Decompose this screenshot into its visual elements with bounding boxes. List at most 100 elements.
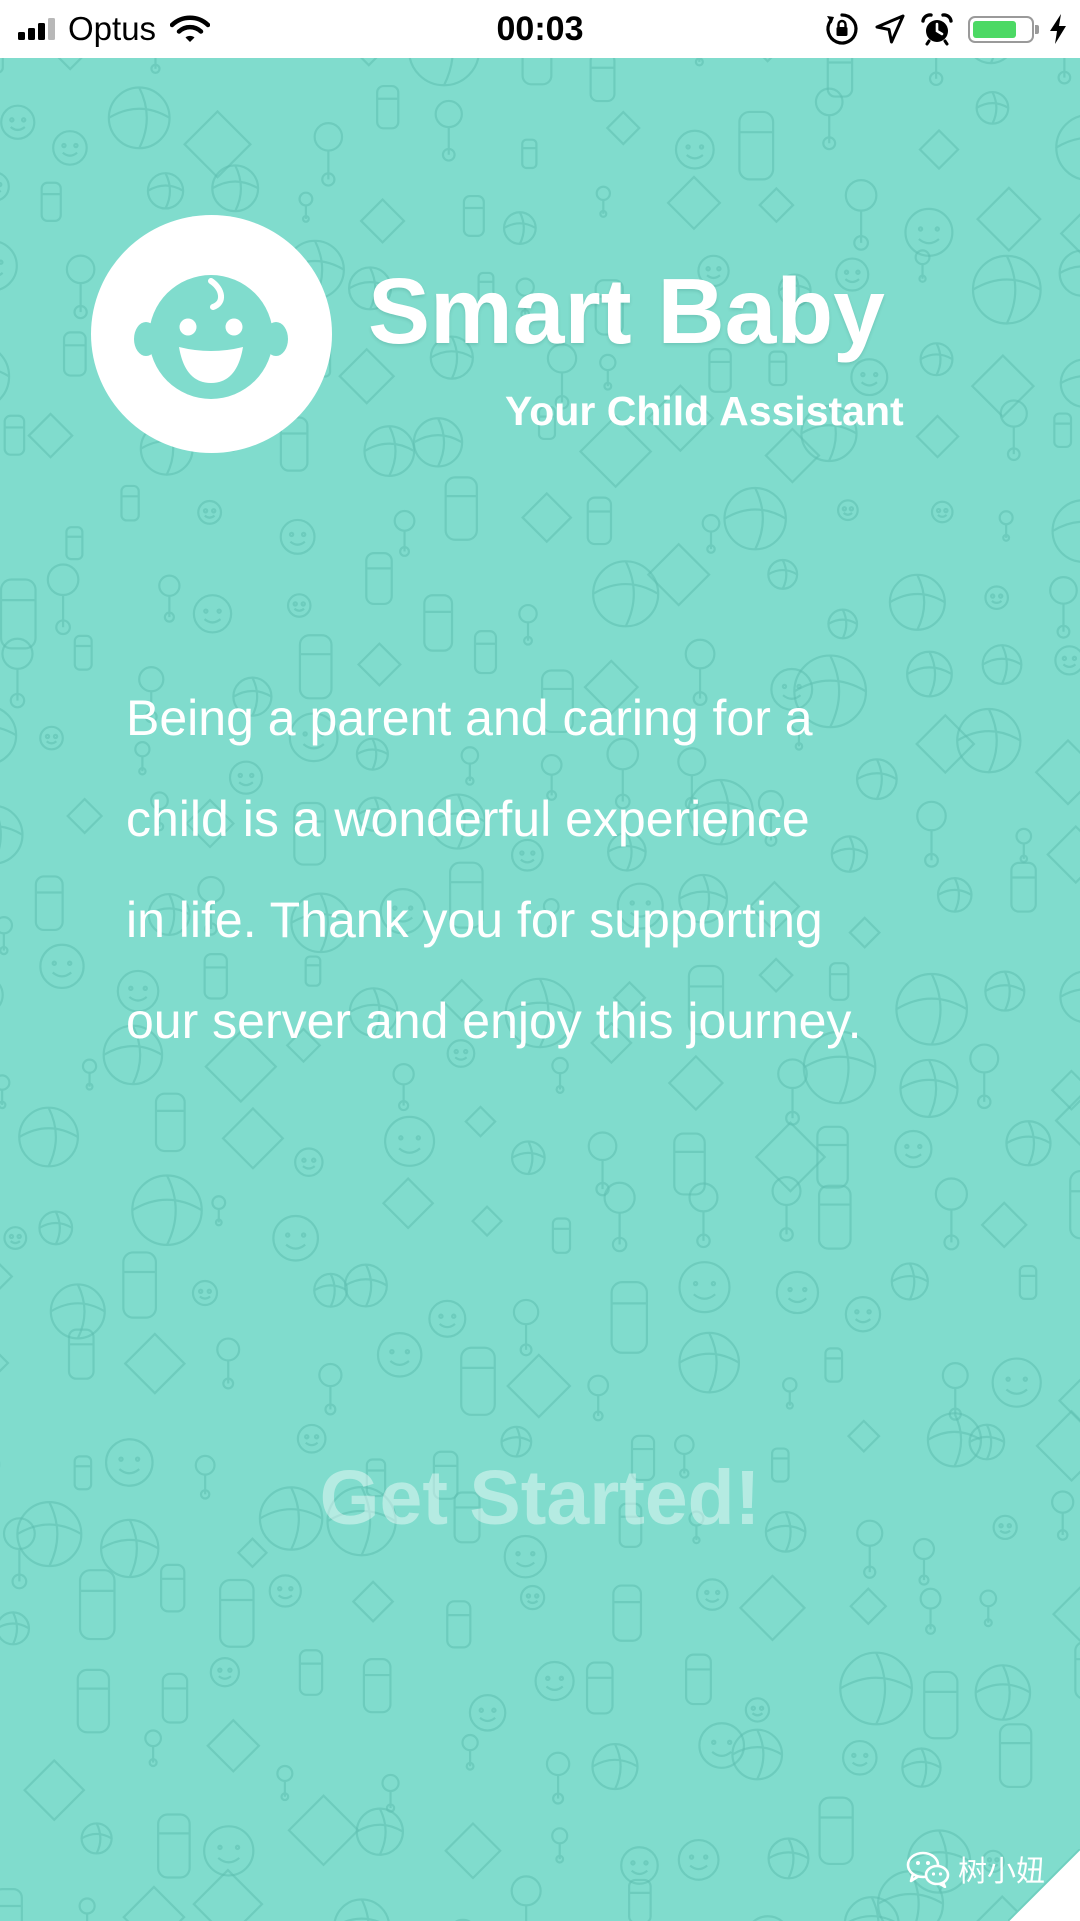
doodle (842, 1739, 878, 1776)
doodle (122, 1251, 158, 1319)
doodle (78, 1569, 116, 1641)
doodle (286, 593, 312, 618)
doodle (586, 496, 613, 546)
doodle (107, 86, 171, 150)
doodle (276, 1764, 294, 1802)
doodle (545, 1751, 571, 1805)
doodle (612, 1584, 643, 1642)
doodle (1034, 738, 1080, 806)
doodle (512, 1298, 540, 1357)
doodle (460, 1346, 496, 1416)
doodle (355, 1807, 405, 1856)
doodle (1054, 645, 1080, 676)
doodle (824, 1347, 844, 1383)
doodle (194, 1454, 216, 1500)
doodle (0, 352, 11, 401)
doodle (620, 1846, 659, 1885)
doodle (518, 603, 538, 646)
doodle (678, 1261, 731, 1314)
doodle (52, 130, 88, 166)
doodle (930, 500, 954, 524)
doodle (775, 1270, 820, 1315)
doodle (979, 1589, 998, 1628)
doodle (826, 58, 854, 98)
doodle (192, 1868, 264, 1921)
doodle (674, 129, 715, 170)
doodle (211, 1195, 227, 1227)
doodle (99, 1518, 160, 1579)
doodle (0, 1611, 31, 1646)
doodle (519, 1584, 546, 1611)
doodle (754, 1121, 827, 1193)
page-curl-corner (1008, 1849, 1080, 1921)
doodle (610, 1281, 649, 1354)
doodle (471, 1205, 504, 1238)
doodle (992, 1514, 1018, 1541)
doodle (0, 241, 18, 291)
doodle (381, 1773, 400, 1813)
doodle (998, 1723, 1033, 1789)
doodle (0, 1263, 14, 1290)
doodle (3, 1226, 28, 1250)
app-logo (91, 215, 332, 453)
doodle (423, 594, 454, 652)
doodle (363, 425, 416, 477)
doodle (1051, 1490, 1075, 1541)
doodle (161, 1672, 189, 1724)
doodle (901, 1747, 942, 1788)
doodle (502, 211, 537, 245)
doodle (131, 1174, 203, 1246)
doodle (587, 1374, 610, 1422)
doodle (976, 186, 1042, 253)
doodle (157, 1813, 191, 1879)
doodle (39, 725, 64, 751)
doodle (62, 331, 87, 377)
doodle (209, 1657, 241, 1688)
doodle (287, 1794, 360, 1867)
doodle (18, 1106, 80, 1168)
doodle (816, 1125, 849, 1189)
doodle (376, 84, 400, 130)
doodle (39, 943, 85, 990)
doodle (510, 1875, 542, 1921)
doodle (78, 1897, 96, 1921)
doodle (38, 1210, 74, 1246)
get-started-button[interactable]: Get Started! (240, 1448, 840, 1548)
doodle (27, 412, 74, 459)
doodle (894, 1129, 933, 1169)
doodle (974, 58, 1008, 65)
doodle (216, 1337, 241, 1390)
doodle (294, 1147, 324, 1177)
doodle (918, 128, 960, 171)
doodle (0, 707, 18, 763)
doodle (123, 1332, 187, 1395)
doodle (589, 58, 616, 103)
doodle (408, 58, 480, 87)
doodle (814, 87, 844, 151)
battery-terminal (1035, 24, 1039, 34)
welcome-screen: Smart Baby Your Child Assistant Being a … (0, 58, 1080, 1921)
doodle (1074, 1641, 1080, 1699)
doodle (468, 1694, 507, 1732)
doodle (428, 1299, 467, 1338)
doodle (723, 486, 787, 551)
app-screen: Optus 00:03 Smart Baby Your Child Assist… (0, 0, 1080, 1921)
doodle (0, 805, 24, 865)
doodle (521, 138, 538, 170)
doodle (968, 1423, 1006, 1461)
doodle (1058, 249, 1080, 297)
doodle (738, 110, 775, 181)
doodle (592, 560, 660, 628)
doodle (1054, 1095, 1080, 1147)
doodle (191, 1279, 219, 1307)
doodle (744, 1697, 771, 1723)
doodle (40, 181, 62, 222)
doodle (752, 1915, 784, 1921)
doodle (46, 563, 80, 636)
doodle (521, 58, 553, 86)
intro-line: our server and enjoy this journey. (126, 993, 862, 1049)
doodle (856, 1519, 884, 1579)
doodle (203, 1825, 255, 1877)
doodle (159, 1563, 186, 1613)
doodle (1059, 970, 1080, 1023)
